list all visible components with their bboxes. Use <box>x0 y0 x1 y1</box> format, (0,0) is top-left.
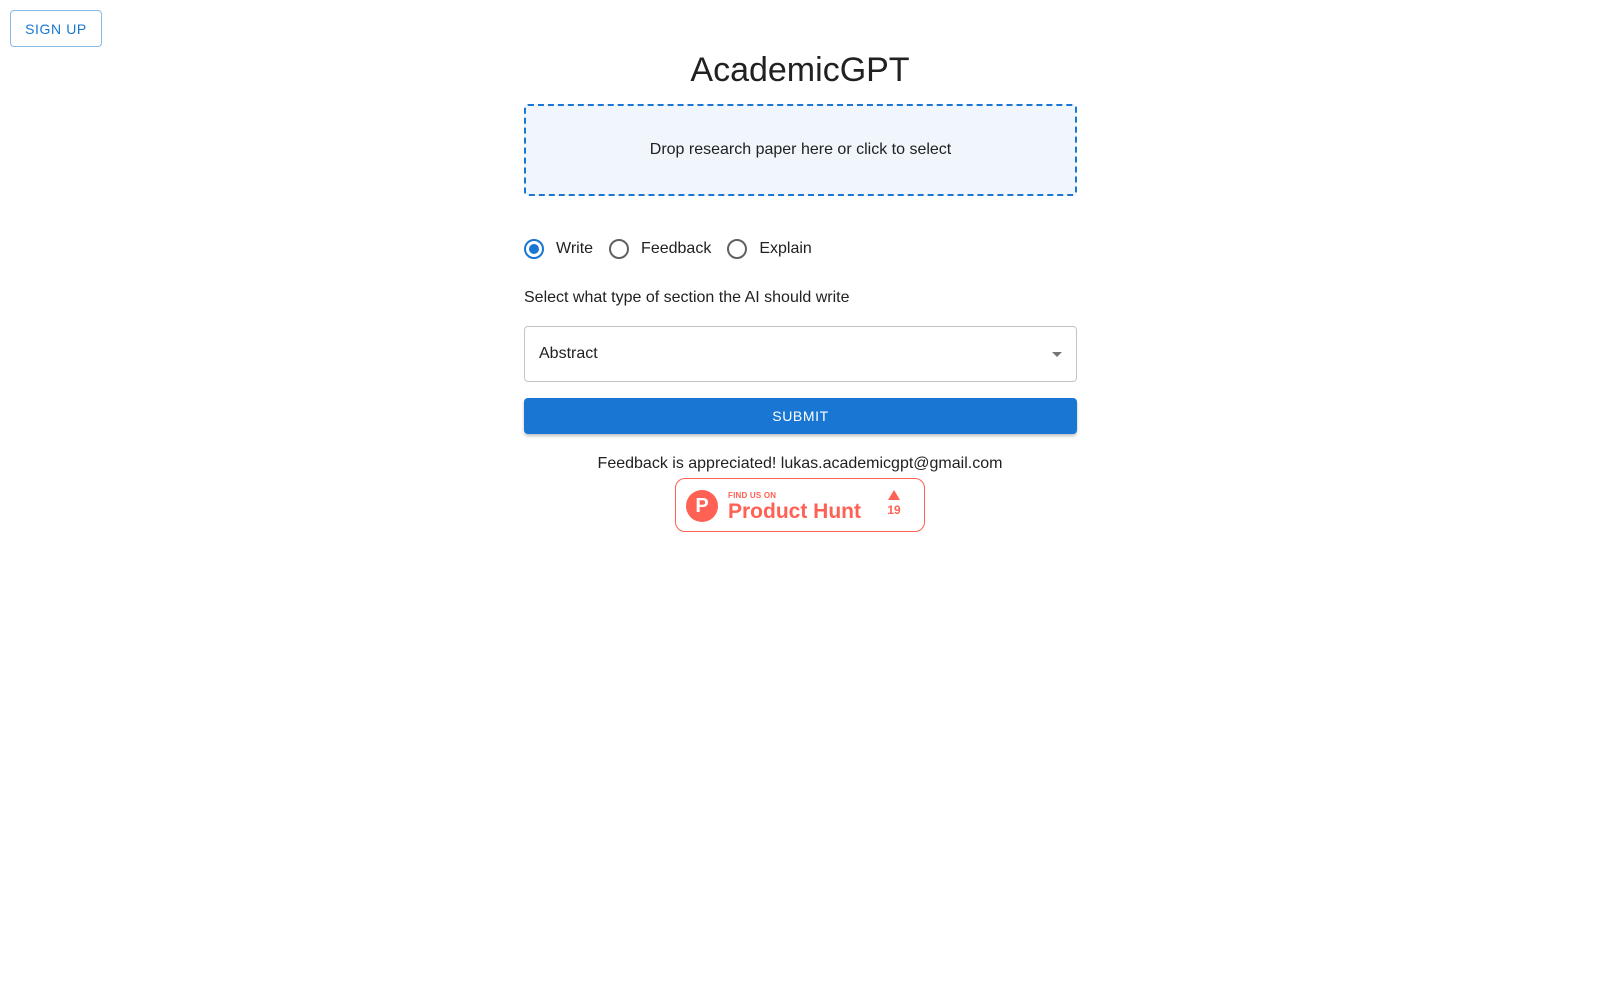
mode-radio-group: Write Feedback Explain <box>524 236 828 262</box>
upvote-counter: 19 <box>884 490 904 517</box>
radio-write[interactable]: Write <box>524 239 593 259</box>
upvote-count: 19 <box>887 503 901 517</box>
section-type-label: Select what type of section the AI shoul… <box>524 289 850 306</box>
sign-up-button[interactable]: SIGN UP <box>10 10 102 47</box>
section-type-select[interactable]: Abstract <box>524 326 1077 382</box>
product-hunt-badge[interactable]: P FIND US ON Product Hunt 19 <box>675 478 925 532</box>
upvote-arrow-icon <box>888 490 900 500</box>
product-hunt-logo-icon: P <box>686 490 718 522</box>
page-title: AcademicGPT <box>690 51 910 89</box>
product-hunt-name: Product Hunt <box>728 500 861 523</box>
dropdown-arrow-icon <box>1052 352 1062 357</box>
file-dropzone[interactable]: Drop research paper here or click to sel… <box>524 104 1077 196</box>
radio-write-label: Write <box>556 240 594 257</box>
radio-feedback-label: Feedback <box>641 240 712 257</box>
radio-checked-icon <box>524 239 544 259</box>
section-type-value: Abstract <box>539 345 598 362</box>
submit-button[interactable]: SUBMIT <box>524 398 1077 434</box>
radio-explain-label: Explain <box>759 240 812 257</box>
radio-unchecked-icon <box>727 239 748 259</box>
radio-explain[interactable]: Explain <box>727 239 812 259</box>
radio-unchecked-icon <box>609 239 630 259</box>
feedback-note: Feedback is appreciated! lukas.academicg… <box>597 455 1003 472</box>
radio-feedback[interactable]: Feedback <box>609 239 711 259</box>
dropzone-text: Drop research paper here or click to sel… <box>649 141 952 158</box>
product-hunt-tagline: FIND US ON <box>728 491 777 500</box>
